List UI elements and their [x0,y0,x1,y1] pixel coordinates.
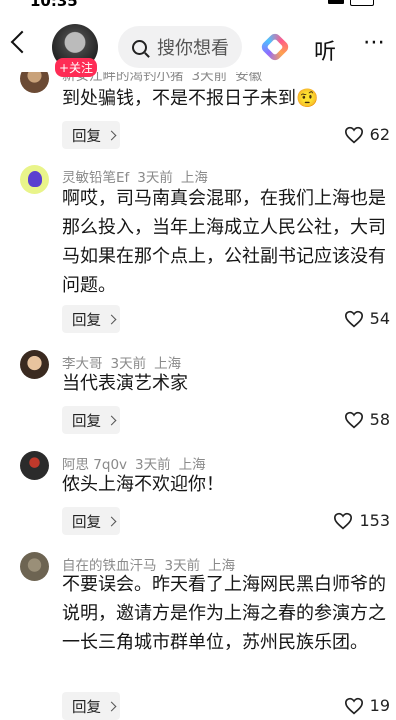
signal-icon [328,0,344,4]
avatar[interactable] [20,350,49,379]
listen-button[interactable]: 听 [314,34,336,66]
like-button[interactable]: 58 [344,410,390,429]
like-count: 58 [369,410,390,429]
more-options-icon[interactable]: ⋯ [363,32,386,54]
like-count: 19 [369,696,390,715]
follow-button[interactable]: +关注 [55,58,98,77]
like-button[interactable]: 54 [344,309,390,328]
search-icon [132,39,147,55]
reply-button[interactable]: 回复 [62,121,120,149]
reply-button[interactable]: 回复 [62,406,120,434]
comment-list: 新安江畔的渴钓小猪 3天前 安徽 到处骗钱，不是不报日子未到🤨 回复 62 灵敏铅笔… [0,0,396,720]
like-count: 153 [359,511,390,530]
heart-icon [344,310,363,327]
heart-icon [344,697,363,714]
avatar[interactable] [20,451,49,480]
comment-text: 不要误会。昨天看了上海网民黑白师爷的说明，邀请方是作为上海之春的参演方之一长三角… [62,574,386,653]
search-placeholder: 搜你想看 [157,38,229,59]
back-arrow-icon[interactable] [10,30,34,54]
battery-icon [350,0,374,6]
status-bar: 10:35 [0,0,396,10]
reply-button[interactable]: 回复 [62,692,120,720]
search-box[interactable]: 搜你想看 [118,26,242,68]
comment-meta: 灵敏铅笔Ef 3天前 上海 [62,166,216,186]
brand-logo-icon[interactable] [259,31,291,63]
reply-button[interactable]: 回复 [62,507,120,535]
like-button[interactable]: 62 [344,125,390,144]
comment-text: 当代表演艺术家 [62,373,188,394]
reply-button[interactable]: 回复 [62,305,120,333]
avatar[interactable] [20,552,49,581]
heart-icon [344,411,363,428]
heart-icon [334,512,353,529]
comment-text: 啊哎，司马南真会混耶，在我们上海也是那么投入，当年上海成立人民公社，大司马如果在… [62,188,386,296]
like-count: 54 [369,309,390,328]
comment-text: 侬头上海不欢迎你！ [62,474,224,495]
status-icons [328,0,374,6]
like-button[interactable]: 153 [333,511,390,530]
comment-text: 到处骗钱，不是不报日子未到🤨 [62,88,319,109]
status-time: 10:35 [30,0,78,10]
avatar[interactable] [20,165,49,194]
heart-icon [344,126,363,143]
top-header: +关注 搜你想看 听 ⋯ [0,10,396,77]
like-button[interactable]: 19 [344,696,390,715]
like-count: 62 [369,125,390,144]
